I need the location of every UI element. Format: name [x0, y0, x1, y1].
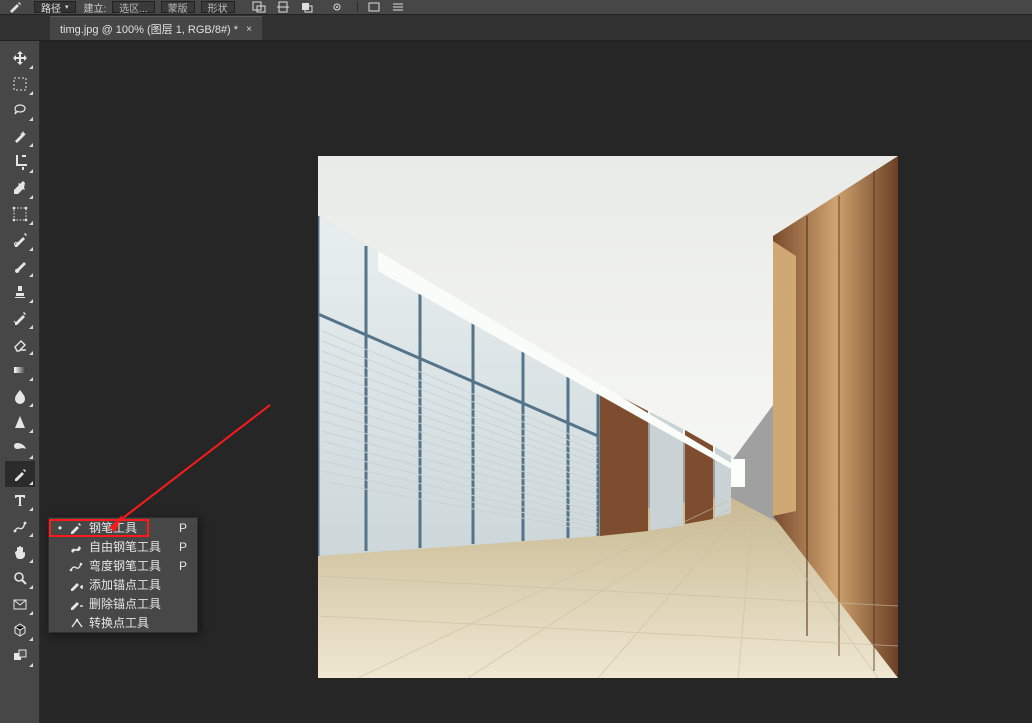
freeform-icon	[67, 540, 85, 554]
flyout-label: 转换点工具	[89, 614, 167, 631]
lasso-tool[interactable]	[5, 97, 35, 123]
curve-icon	[67, 559, 85, 573]
tab-bar: timg.jpg @ 100% (图层 1, RGB/8#) * ×	[0, 15, 1032, 41]
pathop-icon[interactable]	[249, 1, 269, 13]
pen-icon	[67, 521, 85, 535]
toolbox	[0, 41, 40, 723]
make-label: 建立:	[84, 0, 107, 15]
hand-tool[interactable]	[5, 539, 35, 565]
tab-title: timg.jpg @ 100% (图层 1, RGB/8#) *	[60, 21, 238, 37]
flyout-item-freeform[interactable]: 自由钢笔工具 P	[49, 537, 197, 556]
options-bar: 路径 ▾ 建立: 选区... 蒙版 形状	[0, 0, 1032, 15]
marquee-tool[interactable]	[5, 71, 35, 97]
3d-tool[interactable]	[5, 617, 35, 643]
flyout-label: 钢笔工具	[89, 519, 167, 536]
flyout-shortcut: P	[173, 521, 187, 535]
pen-tool-icon	[8, 1, 28, 13]
flyout-item-curve[interactable]: 弯度钢笔工具 P	[49, 556, 197, 575]
flyout-shortcut: P	[173, 559, 187, 573]
flyout-item-pen[interactable]: • 钢笔工具 P	[49, 518, 197, 537]
flyout-label: 删除锚点工具	[89, 595, 167, 612]
flyout-item-convert[interactable]: 转换点工具	[49, 613, 197, 632]
shape-button[interactable]: 形状	[201, 1, 235, 13]
path-mode-dropdown[interactable]: 路径 ▾	[34, 1, 76, 13]
stamp-tool[interactable]	[5, 279, 35, 305]
rubber-icon[interactable]	[364, 1, 384, 13]
flyout-label: 弯度钢笔工具	[89, 557, 167, 574]
magic-tool[interactable]	[5, 123, 35, 149]
tab-close-icon[interactable]: ×	[246, 24, 252, 35]
blur-tool[interactable]	[5, 383, 35, 409]
eyedropper-tool[interactable]	[5, 175, 35, 201]
heal-tool[interactable]	[5, 227, 35, 253]
document-image	[318, 156, 898, 678]
align-icon[interactable]	[273, 1, 293, 13]
pen-tool-flyout: • 钢笔工具 P 自由钢笔工具 P 弯度钢笔工具 P 添加锚点工具删除锚点工具转换点工具	[48, 517, 198, 633]
crop-tool[interactable]	[5, 149, 35, 175]
gradient-tool[interactable]	[5, 357, 35, 383]
swatch-tool[interactable]	[5, 643, 35, 669]
select-button[interactable]: 选区...	[112, 1, 154, 13]
flyout-shortcut: P	[173, 540, 187, 554]
image-canvas	[318, 156, 898, 678]
sharpen-tool[interactable]	[5, 409, 35, 435]
history-tool[interactable]	[5, 305, 35, 331]
move-tool[interactable]	[5, 45, 35, 71]
grid-icon[interactable]	[388, 1, 408, 13]
pen-tool[interactable]	[5, 461, 35, 487]
flyout-item-addanchor[interactable]: 添加锚点工具	[49, 575, 197, 594]
document-tab[interactable]: timg.jpg @ 100% (图层 1, RGB/8#) * ×	[50, 16, 262, 40]
path-tool[interactable]	[5, 513, 35, 539]
gear-icon[interactable]	[327, 1, 347, 13]
type-tool[interactable]	[5, 487, 35, 513]
mask-button[interactable]: 蒙版	[161, 1, 195, 13]
zoom-tool[interactable]	[5, 565, 35, 591]
addanchor-icon	[67, 578, 85, 592]
path-label: 路径	[41, 0, 61, 15]
delanchor-icon	[67, 597, 85, 611]
flyout-label: 自由钢笔工具	[89, 538, 167, 555]
eraser-tool[interactable]	[5, 331, 35, 357]
check-icon: •	[55, 521, 65, 535]
frame-tool[interactable]	[5, 201, 35, 227]
brush-tool[interactable]	[5, 253, 35, 279]
dodge-tool[interactable]	[5, 435, 35, 461]
flyout-label: 添加锚点工具	[89, 576, 167, 593]
mail-tool[interactable]	[5, 591, 35, 617]
arrange-icon[interactable]	[297, 1, 317, 13]
flyout-item-delanchor[interactable]: 删除锚点工具	[49, 594, 197, 613]
convert-icon	[67, 616, 85, 630]
